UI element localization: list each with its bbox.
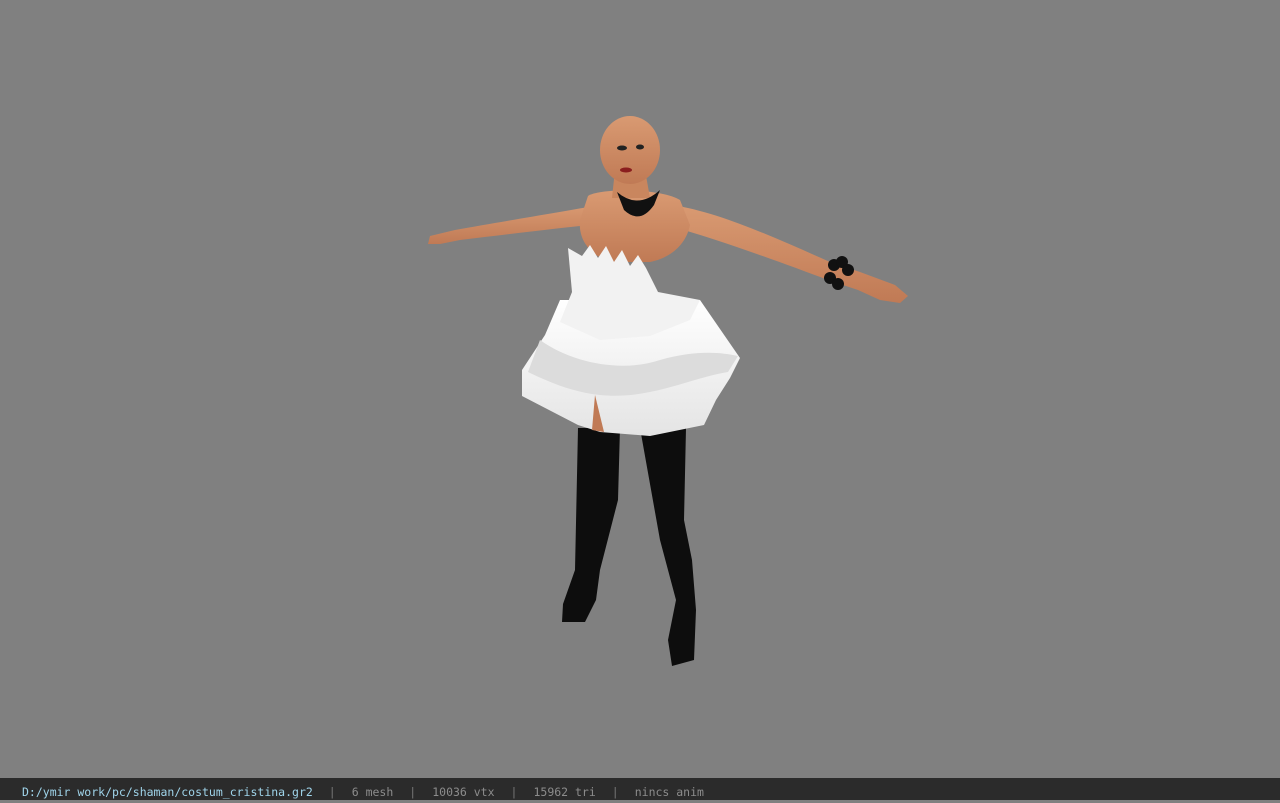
separator: |	[409, 785, 417, 799]
vertex-count: 10036 vtx	[432, 785, 495, 799]
head	[600, 116, 660, 184]
animation-status: nincs anim	[634, 785, 704, 799]
mesh-count: 6 mesh	[351, 785, 394, 799]
triangle-count: 15962 tri	[533, 785, 596, 799]
separator: |	[611, 785, 619, 799]
file-path: D:/ymir work/pc/shaman/costum_cristina.g…	[22, 785, 313, 799]
right-arm	[670, 205, 908, 303]
mouth	[620, 167, 632, 173]
separator: |	[510, 785, 518, 799]
left-boot	[562, 428, 620, 622]
left-arm	[428, 205, 600, 244]
status-bar: D:/ymir work/pc/shaman/costum_cristina.g…	[0, 778, 1280, 800]
right-boot	[640, 428, 696, 666]
left-eye	[617, 145, 627, 151]
separator: |	[328, 785, 336, 799]
right-eye	[636, 144, 644, 150]
character-model	[428, 116, 908, 666]
3d-viewport[interactable]	[0, 0, 1280, 778]
